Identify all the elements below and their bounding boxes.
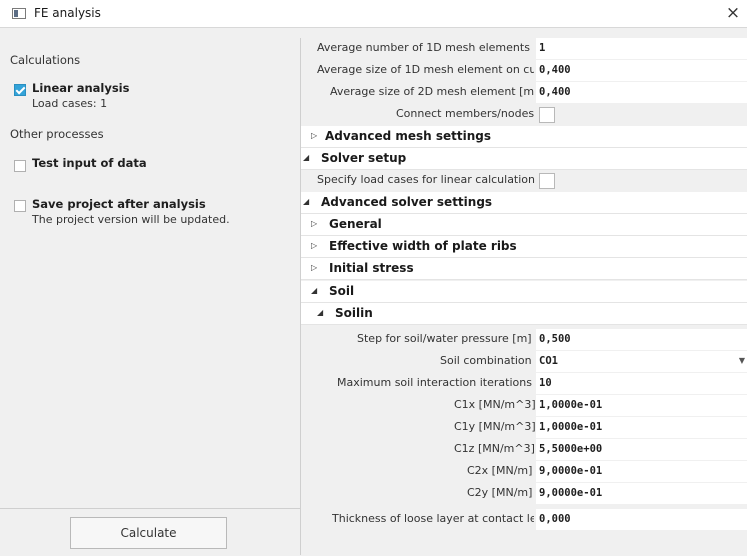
c2y-row: C2y [MN/m] 9,0000e-01 [301,483,747,505]
title-bar: FE analysis × [0,0,747,28]
step-value: 0,500 [539,333,571,345]
save-project-note: The project version will be updated. [32,213,230,226]
collapse-icon: ◢ [317,308,324,317]
test-input-label: Test input of data [32,156,147,170]
specify-load-cases-checkbox[interactable] [539,173,555,189]
soil-label: Soil [329,284,355,298]
avg-size-1d-label: Average size of 1D mesh element on cu [317,63,534,76]
step-row: Step for soil/water pressure [m] 0,500 [301,329,747,351]
soilin-section[interactable]: ◢ Soilin [301,303,747,325]
c1z-row: C1z [MN/m^3] 5,5000e+00 [301,439,747,461]
effective-width-section[interactable]: ▷ Effective width of plate ribs [301,236,747,258]
c2x-row: C2x [MN/m] 9,0000e-01 [301,461,747,483]
avg-num-1d-field[interactable] [536,38,747,59]
avg-num-1d-label: Average number of 1D mesh elements ( [317,41,534,54]
load-cases-text: Load cases: 1 [32,97,108,110]
calculate-button[interactable]: Calculate [70,517,227,549]
thickness-value: 0,000 [539,513,571,525]
avg-num-1d-row: Average number of 1D mesh elements ( 1 [301,38,747,60]
chevron-down-icon[interactable]: ▼ [739,356,745,365]
general-section[interactable]: ▷ General [301,214,747,236]
c1z-label: C1z [MN/m^3] [454,442,535,455]
save-project-checkbox[interactable] [14,200,26,212]
c2x-label: C2x [MN/m] [467,464,533,477]
advanced-solver-section[interactable]: ◢ Advanced solver settings [301,192,747,214]
thickness-row: Thickness of loose layer at contact le 0… [301,509,747,531]
initial-stress-section[interactable]: ▷ Initial stress [301,258,747,280]
effective-width-label: Effective width of plate ribs [329,239,517,253]
c1y-label: C1y [MN/m^3] [454,420,535,433]
soil-combination-select[interactable] [536,351,747,372]
specify-load-cases-label: Specify load cases for linear calculatio… [317,173,535,186]
soil-combination-row: Soil combination CO1 ▼ [301,351,747,373]
avg-size-2d-value: 0,400 [539,86,571,98]
expand-icon: ▷ [311,131,318,140]
expand-icon: ▷ [311,241,318,250]
thickness-label: Thickness of loose layer at contact le [332,512,534,525]
save-project-label: Save project after analysis [32,197,206,211]
c2y-label: C2y [MN/m] [467,486,533,499]
max-iterations-value: 10 [539,377,552,389]
soil-section[interactable]: ◢ Soil [301,281,747,303]
advanced-mesh-label: Advanced mesh settings [325,129,492,143]
c2y-value: 9,0000e-01 [539,487,603,499]
other-processes-heading: Other processes [10,127,104,141]
linear-analysis-label: Linear analysis [32,81,130,95]
advanced-solver-label: Advanced solver settings [321,195,493,209]
advanced-mesh-section[interactable]: ▷ Advanced mesh settings [301,126,747,148]
specify-load-cases-row: Specify load cases for linear calculatio… [301,170,747,192]
avg-size-2d-row: Average size of 2D mesh element [m] 0,40… [301,82,747,104]
c1x-value: 1,0000e-01 [539,399,603,411]
solver-setup-label: Solver setup [321,151,407,165]
max-iterations-label: Maximum soil interaction iterations [337,376,532,389]
window-title: FE analysis [34,6,101,20]
connect-checkbox[interactable] [539,107,555,123]
collapse-icon: ◢ [303,153,310,162]
window-icon [12,8,26,19]
close-icon[interactable]: × [723,2,743,24]
solver-setup-section[interactable]: ◢ Solver setup [301,148,747,170]
avg-num-1d-value: 1 [539,42,546,54]
max-iterations-row: Maximum soil interaction iterations 10 [301,373,747,395]
c1x-row: C1x [MN/m^3] 1,0000e-01 [301,395,747,417]
avg-size-2d-label: Average size of 2D mesh element [m] [330,85,534,98]
c1y-value: 1,0000e-01 [539,421,603,433]
step-label: Step for soil/water pressure [m] [357,332,532,345]
soil-combination-value: CO1 [539,355,558,367]
avg-size-1d-row: Average size of 1D mesh element on cu 0,… [301,60,747,82]
expand-icon: ▷ [311,263,318,272]
collapse-icon: ◢ [311,286,318,295]
calculations-heading: Calculations [10,53,81,67]
expand-icon: ▷ [311,219,318,228]
general-label: General [329,217,382,231]
connect-label: Connect members/nodes [396,107,535,120]
avg-size-1d-value: 0,400 [539,64,571,76]
soil-combination-label: Soil combination [440,354,532,367]
c1y-row: C1y [MN/m^3] 1,0000e-01 [301,417,747,439]
left-panel: Calculations Linear analysis Load cases:… [0,38,300,555]
c1x-label: C1x [MN/m^3] [454,398,535,411]
collapse-icon: ◢ [303,197,310,206]
soilin-label: Soilin [335,306,373,320]
property-grid: Average number of 1D mesh elements ( 1 A… [301,38,747,555]
connect-row: Connect members/nodes [301,104,747,126]
test-input-checkbox[interactable] [14,160,26,172]
c1z-value: 5,5000e+00 [539,443,603,455]
linear-analysis-checkbox[interactable] [14,84,26,96]
max-iterations-field[interactable] [536,373,747,394]
c2x-value: 9,0000e-01 [539,465,603,477]
initial-stress-label: Initial stress [329,261,414,275]
